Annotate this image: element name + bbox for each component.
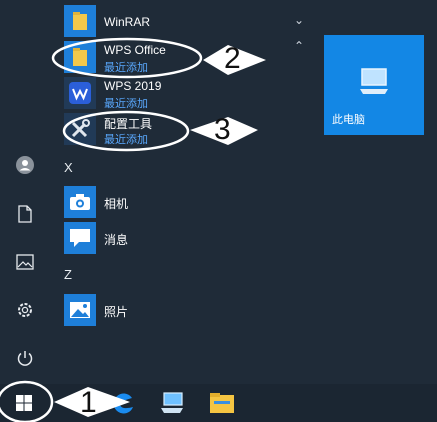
highlight-ellipse-start — [0, 380, 54, 422]
highlight-ellipse-wps-office — [51, 37, 203, 79]
annotation-layer — [0, 37, 266, 422]
annotation-number-2: 2 — [224, 42, 241, 75]
annotation-number-1: 1 — [80, 386, 97, 419]
annotation-number-3: 3 — [214, 113, 231, 146]
highlight-ellipse-config-tool — [62, 110, 190, 152]
